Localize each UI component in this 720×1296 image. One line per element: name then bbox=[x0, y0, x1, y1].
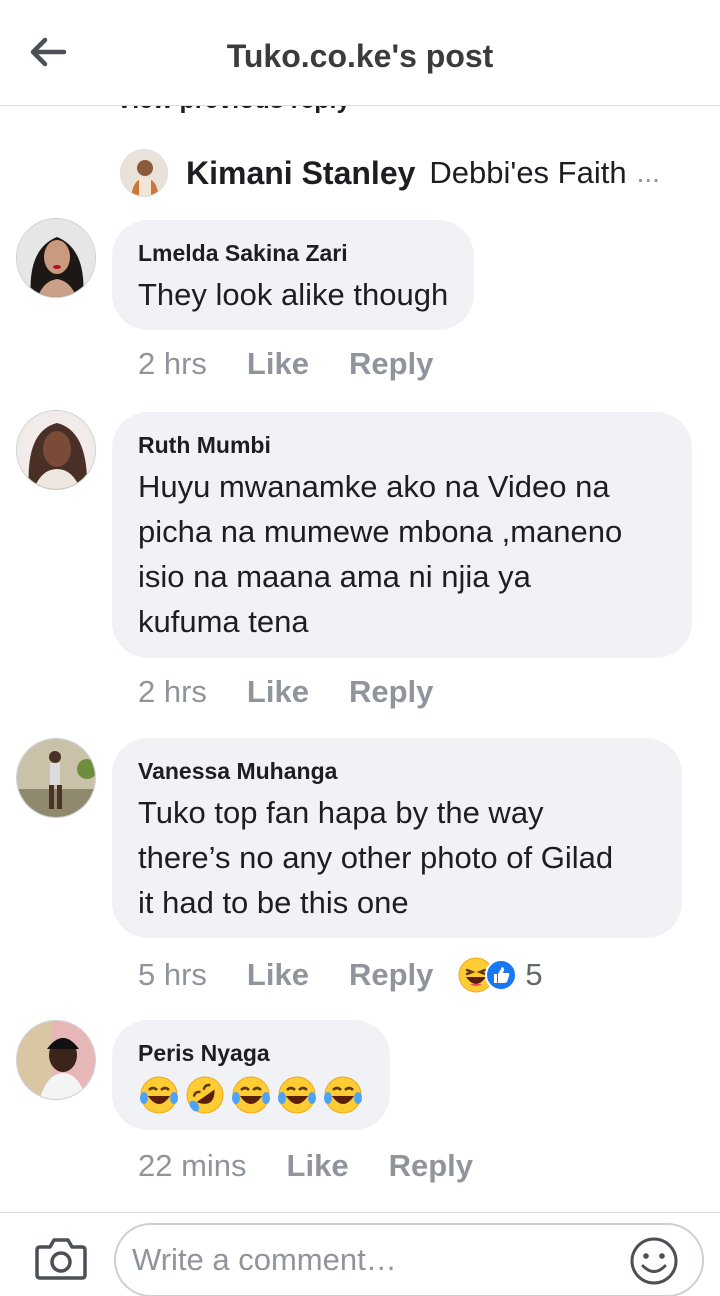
comment-text-line: it had to be this one bbox=[138, 885, 409, 920]
reply-preview[interactable]: Kimani Stanley Debbi'es Faith ... bbox=[120, 146, 700, 200]
comment-author[interactable]: Lmelda Sakina Zari bbox=[138, 238, 448, 268]
comment-text: Huyu mwanamke ako na Video na picha na m… bbox=[138, 464, 666, 644]
comment-actions: 2 hrs Like Reply bbox=[138, 674, 433, 710]
like-button[interactable]: Like bbox=[247, 957, 309, 993]
avatar[interactable] bbox=[16, 410, 96, 490]
comment-emoji-row bbox=[138, 1074, 364, 1116]
comment-timestamp: 22 mins bbox=[138, 1148, 247, 1183]
tears-of-joy-emoji bbox=[232, 1076, 270, 1114]
comment-actions: 5 hrs Like Reply 5 bbox=[138, 956, 543, 994]
comment-timestamp: 2 hrs bbox=[138, 674, 207, 709]
like-button[interactable]: Like bbox=[247, 346, 309, 382]
comment-actions: 22 mins Like Reply bbox=[138, 1148, 473, 1184]
comment-text: They look alike though bbox=[138, 277, 449, 312]
comment-bubble[interactable]: Vanessa Muhanga Tuko top fan hapa by the… bbox=[112, 738, 682, 938]
camera-button[interactable] bbox=[34, 1233, 88, 1283]
comment-input[interactable] bbox=[114, 1223, 704, 1296]
comment-text-line: kufuma tena bbox=[138, 604, 309, 639]
comment-composer bbox=[0, 1212, 720, 1296]
comment-text-line: picha na mumewe mbona ,maneno bbox=[138, 514, 623, 549]
reply-button[interactable]: Reply bbox=[349, 346, 433, 382]
comment-bubble[interactable]: Peris Nyaga bbox=[112, 1020, 390, 1130]
reply-button[interactable]: Reply bbox=[349, 674, 433, 710]
tears-of-joy-emoji bbox=[324, 1076, 362, 1114]
camera-icon bbox=[35, 1238, 87, 1280]
rolling-laughing-emoji bbox=[186, 1076, 224, 1114]
avatar[interactable] bbox=[16, 1020, 96, 1100]
reply-author-name[interactable]: Kimani Stanley bbox=[186, 155, 415, 192]
like-button[interactable]: Like bbox=[247, 674, 309, 710]
comment-text: Tuko top fan hapa by the way there’s no … bbox=[138, 790, 656, 925]
avatar[interactable] bbox=[120, 149, 168, 197]
avatar[interactable] bbox=[16, 738, 96, 818]
top-bar: Tuko.co.ke's post bbox=[0, 0, 720, 106]
reply-button[interactable]: Reply bbox=[349, 957, 433, 993]
like-button[interactable]: Like bbox=[287, 1148, 349, 1184]
comment-timestamp: 2 hrs bbox=[138, 346, 207, 381]
page-title: Tuko.co.ke's post bbox=[226, 38, 494, 74]
reaction-summary[interactable]: 5 bbox=[457, 956, 543, 994]
comment-text-line: Huyu mwanamke ako na Video na bbox=[138, 469, 610, 504]
like-reaction-icon bbox=[485, 959, 518, 991]
comment-author[interactable]: Peris Nyaga bbox=[138, 1038, 364, 1068]
reaction-count: 5 bbox=[525, 957, 543, 992]
avatar[interactable] bbox=[16, 218, 96, 298]
comment-author[interactable]: Ruth Mumbi bbox=[138, 430, 666, 460]
comment-timestamp: 5 hrs bbox=[138, 957, 207, 992]
reply-button[interactable]: Reply bbox=[389, 1148, 473, 1184]
tears-of-joy-emoji bbox=[140, 1076, 178, 1114]
comment-text-line: there’s no any other photo of Gilad bbox=[138, 840, 614, 875]
comment-actions: 2 hrs Like Reply bbox=[138, 346, 433, 382]
reply-ellipsis: ... bbox=[636, 157, 660, 188]
tears-of-joy-emoji bbox=[278, 1076, 316, 1114]
comment-bubble[interactable]: Lmelda Sakina Zari They look alike thoug… bbox=[112, 220, 475, 330]
reply-text: Debbi'es Faith bbox=[429, 155, 627, 190]
comment-text-line: isio na maana ama ni njia ya bbox=[138, 559, 531, 594]
smiley-icon bbox=[630, 1237, 678, 1285]
comment-author[interactable]: Vanessa Muhanga bbox=[138, 756, 656, 786]
comment-bubble[interactable]: Ruth Mumbi Huyu mwanamke ako na Video na… bbox=[112, 412, 692, 658]
comment-text-line: Tuko top fan hapa by the way bbox=[138, 795, 544, 830]
emoji-picker-button[interactable] bbox=[628, 1235, 680, 1287]
